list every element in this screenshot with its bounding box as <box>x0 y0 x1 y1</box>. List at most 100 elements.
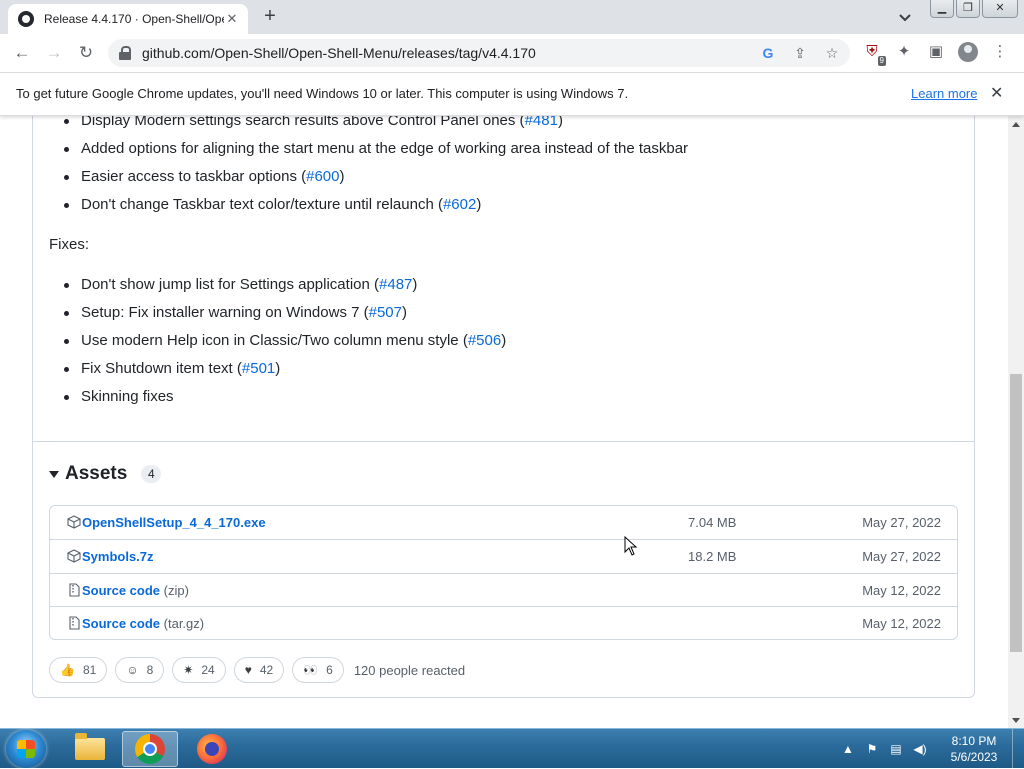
windows-taskbar: ▲ ⚑ ▤ ◀) 8:10 PM 5/6/2023 <box>0 728 1024 769</box>
list-item: Don't change Taskbar text color/texture … <box>49 191 688 219</box>
taskbar-firefox[interactable] <box>184 731 240 767</box>
eyes-icon: 👀 <box>303 663 319 677</box>
reactions-summary: 120 people reacted <box>353 662 466 678</box>
more-menu-icon[interactable]: ⋮ <box>990 42 1010 62</box>
tray-expand-icon[interactable]: ▲ <box>840 741 856 757</box>
restore-button[interactable]: ❐ <box>956 0 980 18</box>
asset-row: Symbols.7z 18.2 MB May 27, 2022 <box>50 539 957 573</box>
infobar-message: To get future Google Chrome updates, you… <box>16 86 629 101</box>
assets-list: OpenShellSetup_4_4_170.exe 7.04 MB May 2… <box>49 505 958 640</box>
system-tray: ▲ ⚑ ▤ ◀) <box>840 729 928 769</box>
reaction-eyes[interactable]: 👀 6 <box>292 657 344 683</box>
asset-row: Source code (tar.gz) May 12, 2022 <box>50 606 957 640</box>
firefox-icon <box>197 734 227 764</box>
list-item: Fix Shutdown item text (#501) <box>49 355 506 383</box>
assets-count-badge: 4 <box>141 465 162 483</box>
update-infobar: To get future Google Chrome updates, you… <box>0 72 1024 116</box>
asset-download-link[interactable]: Symbols.7z <box>82 549 154 564</box>
reactions-bar: 👍 81 ☺ 8 ✷ 24 ♥ 42 👀 6 120 people reacted <box>49 657 465 683</box>
mouse-cursor-icon <box>624 536 638 556</box>
browser-toolbar: ← → ↻ github.com/Open-Shell/Open-Shell-M… <box>0 34 1024 72</box>
lock-icon[interactable] <box>118 46 132 60</box>
scroll-down-icon[interactable] <box>1012 718 1020 723</box>
tada-icon: ✷ <box>183 663 194 677</box>
start-button[interactable] <box>6 730 46 768</box>
page-scrollbar[interactable] <box>1008 116 1024 728</box>
issue-link[interactable]: #501 <box>242 360 275 377</box>
scrollbar-thumb[interactable] <box>1010 374 1022 652</box>
fixes-heading: Fixes: <box>49 236 90 253</box>
issue-link[interactable]: #487 <box>379 276 412 293</box>
tab-title: Release 4.4.170 · Open-Shell/Open-Shell-… <box>44 12 224 26</box>
asset-date: May 12, 2022 <box>862 583 941 598</box>
asset-download-link[interactable]: OpenShellSetup_4_4_170.exe <box>82 515 266 530</box>
issue-link[interactable]: #481 <box>525 116 558 129</box>
browser-tab[interactable]: Release 4.4.170 · Open-Shell/Open-Shell-… <box>8 4 248 34</box>
features-list: Display Modern settings search results a… <box>49 116 688 219</box>
network-icon[interactable]: ▤ <box>888 741 904 757</box>
asset-date: May 12, 2022 <box>862 616 941 631</box>
issue-link[interactable]: #602 <box>443 196 476 213</box>
smile-icon: ☺ <box>126 663 139 677</box>
profile-avatar-icon[interactable] <box>958 42 978 62</box>
taskbar-clock[interactable]: 8:10 PM 5/6/2023 <box>942 733 1006 765</box>
assets-title: Assets <box>65 463 128 484</box>
section-divider <box>33 441 974 442</box>
reaction-heart[interactable]: ♥ 42 <box>233 657 285 683</box>
reaction-smile[interactable]: ☺ 8 <box>115 657 165 683</box>
reaction-tada[interactable]: ✷ 24 <box>172 657 226 683</box>
taskbar-chrome[interactable] <box>122 731 178 767</box>
extension-shield-icon[interactable]: ⛨ 9 <box>862 42 886 66</box>
list-item: Don't show jump list for Settings applic… <box>49 271 506 299</box>
extensions-puzzle-icon[interactable]: ✦ <box>894 42 914 62</box>
volume-icon[interactable]: ◀) <box>912 741 928 757</box>
chrome-icon <box>135 734 165 764</box>
asset-size: 7.04 MB <box>688 515 737 530</box>
issue-link[interactable]: #600 <box>306 168 339 185</box>
window-controls: ▁ ❐ ✕ <box>930 0 1018 18</box>
address-bar[interactable]: github.com/Open-Shell/Open-Shell-Menu/re… <box>108 39 850 67</box>
learn-more-link[interactable]: Learn more <box>911 86 977 101</box>
page-viewport: Display Modern settings search results a… <box>0 116 1008 728</box>
minimize-button[interactable]: ▁ <box>930 0 954 18</box>
list-item: Display Modern settings search results a… <box>49 116 688 135</box>
side-panel-icon[interactable]: ▣ <box>926 42 946 62</box>
issue-link[interactable]: #507 <box>369 304 402 321</box>
show-desktop-button[interactable] <box>1012 729 1024 769</box>
thumbs-up-icon: 👍 <box>60 663 75 677</box>
tab-close-icon[interactable]: ✕ <box>224 11 240 27</box>
github-favicon-icon <box>18 11 34 27</box>
infobar-close-icon[interactable]: ✕ <box>990 83 1003 103</box>
list-item: Easier access to taskbar options (#600) <box>49 163 688 191</box>
asset-date: May 27, 2022 <box>862 515 941 530</box>
asset-size: 18.2 MB <box>688 549 737 564</box>
folder-icon <box>75 733 105 760</box>
asset-download-link[interactable]: Source code (tar.gz) <box>82 616 204 631</box>
list-item: Use modern Help icon in Classic/Two colu… <box>49 327 506 355</box>
url-text[interactable]: github.com/Open-Shell/Open-Shell-Menu/re… <box>142 45 536 61</box>
back-button[interactable]: ← <box>8 39 36 67</box>
reload-button[interactable]: ↻ <box>72 39 100 67</box>
share-icon[interactable]: ⇪ <box>790 43 810 63</box>
scroll-up-icon[interactable] <box>1012 122 1020 127</box>
fixes-list: Don't show jump list for Settings applic… <box>49 271 506 411</box>
list-item: Skinning fixes <box>49 383 506 411</box>
action-center-icon[interactable]: ⚑ <box>864 741 880 757</box>
issue-link[interactable]: #506 <box>468 332 501 349</box>
bookmark-star-icon[interactable]: ☆ <box>822 43 842 63</box>
list-item: Setup: Fix installer warning on Windows … <box>49 299 506 327</box>
tab-search-icon[interactable] <box>896 8 914 26</box>
close-window-button[interactable]: ✕ <box>982 0 1018 18</box>
assets-toggle[interactable]: Assets 4 <box>49 463 162 485</box>
asset-row: OpenShellSetup_4_4_170.exe 7.04 MB May 2… <box>50 506 957 540</box>
forward-button[interactable]: → <box>40 39 68 67</box>
reaction-thumbs-up[interactable]: 👍 81 <box>49 657 108 683</box>
asset-download-link[interactable]: Source code (zip) <box>82 583 189 598</box>
package-icon <box>67 549 81 563</box>
new-tab-button[interactable]: + <box>258 5 282 29</box>
package-icon <box>67 515 81 529</box>
google-lens-icon[interactable]: G <box>758 43 778 63</box>
asset-row: Source code (zip) May 12, 2022 <box>50 573 957 607</box>
taskbar-explorer[interactable] <box>62 731 118 767</box>
asset-date: May 27, 2022 <box>862 549 941 564</box>
